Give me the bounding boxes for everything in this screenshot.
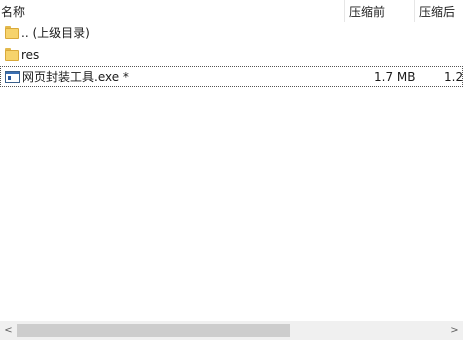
folder-up-icon — [5, 26, 19, 39]
exe-file-icon — [5, 71, 20, 83]
scroll-left-arrow-icon[interactable]: < — [0, 321, 17, 340]
column-divider[interactable] — [414, 0, 415, 22]
list-item-res[interactable]: res — [0, 45, 463, 66]
horizontal-scrollbar[interactable]: < > — [0, 321, 463, 340]
size-before: 1.7 MB — [374, 70, 416, 84]
scrollbar-thumb[interactable] — [17, 324, 290, 337]
column-header-compressed-before[interactable]: 压缩前 — [349, 4, 385, 20]
scroll-right-arrow-icon[interactable]: > — [446, 321, 463, 340]
file-name: 网页封装工具.exe * — [22, 70, 129, 84]
file-list: .. (上级目录) res 网页封装工具.exe * 1.7 MB 1.2 — [0, 22, 463, 320]
file-name: res — [21, 48, 40, 62]
column-header-compressed-after[interactable]: 压缩后 — [419, 4, 455, 20]
size-after: 1.2 — [444, 70, 463, 84]
folder-icon — [5, 48, 19, 61]
column-header: 名称 压缩前 压缩后 — [0, 0, 463, 22]
list-item-exe[interactable]: 网页封装工具.exe * 1.7 MB 1.2 — [0, 66, 463, 87]
file-name: .. (上级目录) — [21, 26, 90, 40]
list-item-parent-directory[interactable]: .. (上级目录) — [0, 23, 463, 44]
column-divider[interactable] — [344, 0, 345, 22]
column-header-name[interactable]: 名称 — [1, 4, 25, 20]
